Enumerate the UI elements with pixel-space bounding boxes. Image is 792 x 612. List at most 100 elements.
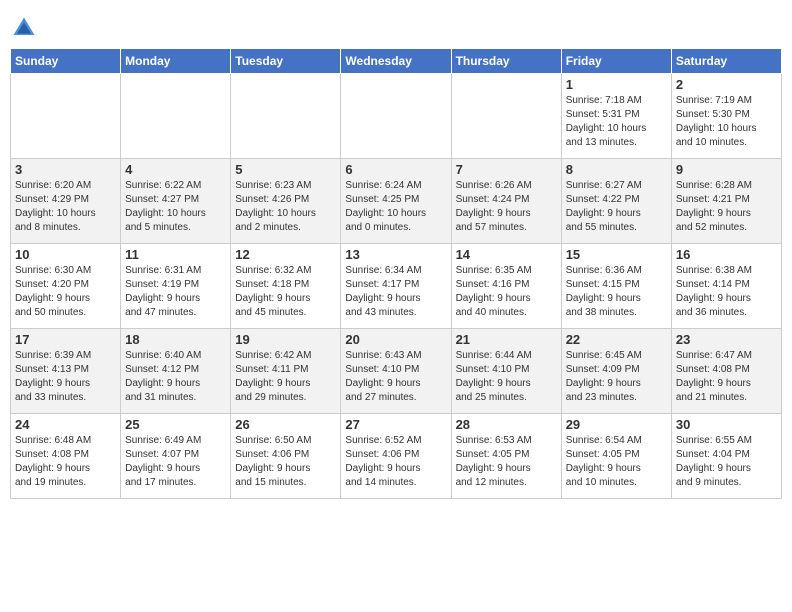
calendar-cell: 24 Sunrise: 6:48 AMSunset: 4:08 PMDayligh… bbox=[11, 414, 121, 499]
calendar-header-monday: Monday bbox=[121, 49, 231, 74]
calendar-week-4: 17 Sunrise: 6:39 AMSunset: 4:13 PMDayligh… bbox=[11, 329, 782, 414]
day-number: 24 bbox=[15, 417, 116, 432]
calendar-cell: 22 Sunrise: 6:45 AMSunset: 4:09 PMDayligh… bbox=[561, 329, 671, 414]
day-info: Sunrise: 6:26 AMSunset: 4:24 PMDaylight:… bbox=[456, 179, 557, 235]
day-number: 2 bbox=[676, 77, 777, 92]
page-header bbox=[10, 10, 782, 42]
day-info: Sunrise: 6:52 AMSunset: 4:06 PMDaylight:… bbox=[345, 434, 446, 490]
calendar-cell: 26 Sunrise: 6:50 AMSunset: 4:06 PMDayligh… bbox=[231, 414, 341, 499]
day-info: Sunrise: 6:54 AMSunset: 4:05 PMDaylight:… bbox=[566, 434, 667, 490]
calendar-header-saturday: Saturday bbox=[671, 49, 781, 74]
calendar-cell: 8 Sunrise: 6:27 AMSunset: 4:22 PMDaylight… bbox=[561, 159, 671, 244]
calendar-cell: 19Sunrise: 6:42 AMSunset: 4:11 PMDayligh… bbox=[231, 329, 341, 414]
calendar-cell: 16 Sunrise: 6:38 AMSunset: 4:14 PMDayligh… bbox=[671, 244, 781, 329]
calendar-cell: 4 Sunrise: 6:22 AMSunset: 4:27 PMDaylight… bbox=[121, 159, 231, 244]
day-info: Sunrise: 6:49 AMSunset: 4:07 PMDaylight:… bbox=[125, 434, 226, 490]
day-info: Sunrise: 6:38 AMSunset: 4:14 PMDaylight:… bbox=[676, 264, 777, 320]
day-info: Sunrise: 6:44 AMSunset: 4:10 PMDaylight:… bbox=[456, 349, 557, 405]
day-info: Sunrise: 6:45 AMSunset: 4:09 PMDaylight:… bbox=[566, 349, 667, 405]
day-number: 25 bbox=[125, 417, 226, 432]
day-info: Sunrise: 6:20 AMSunset: 4:29 PMDaylight:… bbox=[15, 179, 116, 235]
day-info: Sunrise: 6:24 AMSunset: 4:25 PMDaylight:… bbox=[345, 179, 446, 235]
day-number: 3 bbox=[15, 162, 116, 177]
day-info: Sunrise: 6:28 AMSunset: 4:21 PMDaylight:… bbox=[676, 179, 777, 235]
day-number: 8 bbox=[566, 162, 667, 177]
day-number: 6 bbox=[345, 162, 446, 177]
day-info: Sunrise: 6:50 AMSunset: 4:06 PMDaylight:… bbox=[235, 434, 336, 490]
calendar-header-sunday: Sunday bbox=[11, 49, 121, 74]
day-number: 15 bbox=[566, 247, 667, 262]
day-info: Sunrise: 6:35 AMSunset: 4:16 PMDaylight:… bbox=[456, 264, 557, 320]
day-info: Sunrise: 7:19 AMSunset: 5:30 PMDaylight:… bbox=[676, 94, 777, 150]
day-number: 26 bbox=[235, 417, 336, 432]
logo-icon bbox=[10, 14, 38, 42]
day-number: 27 bbox=[345, 417, 446, 432]
day-info: Sunrise: 6:30 AMSunset: 4:20 PMDaylight:… bbox=[15, 264, 116, 320]
calendar-cell: 12Sunrise: 6:32 AMSunset: 4:18 PMDayligh… bbox=[231, 244, 341, 329]
day-info: Sunrise: 6:36 AMSunset: 4:15 PMDaylight:… bbox=[566, 264, 667, 320]
day-number: 16 bbox=[676, 247, 777, 262]
calendar-header-wednesday: Wednesday bbox=[341, 49, 451, 74]
calendar-header-friday: Friday bbox=[561, 49, 671, 74]
day-number: 22 bbox=[566, 332, 667, 347]
day-info: Sunrise: 6:53 AMSunset: 4:05 PMDaylight:… bbox=[456, 434, 557, 490]
calendar-cell: 6 Sunrise: 6:24 AMSunset: 4:25 PMDaylight… bbox=[341, 159, 451, 244]
calendar-cell: 21 Sunrise: 6:44 AMSunset: 4:10 PMDayligh… bbox=[451, 329, 561, 414]
day-info: Sunrise: 6:22 AMSunset: 4:27 PMDaylight:… bbox=[125, 179, 226, 235]
calendar-cell: 25 Sunrise: 6:49 AMSunset: 4:07 PMDayligh… bbox=[121, 414, 231, 499]
calendar-cell: 2 Sunrise: 7:19 AMSunset: 5:30 PMDaylight… bbox=[671, 74, 781, 159]
day-number: 29 bbox=[566, 417, 667, 432]
day-number: 14 bbox=[456, 247, 557, 262]
calendar-cell: 18Sunrise: 6:40 AMSunset: 4:12 PMDayligh… bbox=[121, 329, 231, 414]
calendar-cell: 29 Sunrise: 6:54 AMSunset: 4:05 PMDayligh… bbox=[561, 414, 671, 499]
calendar-cell: 3 Sunrise: 6:20 AMSunset: 4:29 PMDaylight… bbox=[11, 159, 121, 244]
day-number: 9 bbox=[676, 162, 777, 177]
day-number: 17 bbox=[15, 332, 116, 347]
day-number: 30 bbox=[676, 417, 777, 432]
day-info: Sunrise: 6:31 AMSunset: 4:19 PMDaylight:… bbox=[125, 264, 226, 320]
day-info: Sunrise: 6:43 AMSunset: 4:10 PMDaylight:… bbox=[345, 349, 446, 405]
logo bbox=[10, 14, 42, 42]
calendar-cell: 13Sunrise: 6:34 AMSunset: 4:17 PMDayligh… bbox=[341, 244, 451, 329]
day-info: Sunrise: 6:34 AMSunset: 4:17 PMDaylight:… bbox=[345, 264, 446, 320]
day-info: Sunrise: 6:39 AMSunset: 4:13 PMDaylight:… bbox=[15, 349, 116, 405]
day-number: 28 bbox=[456, 417, 557, 432]
calendar-cell: 17 Sunrise: 6:39 AMSunset: 4:13 PMDayligh… bbox=[11, 329, 121, 414]
calendar-cell: 15 Sunrise: 6:36 AMSunset: 4:15 PMDayligh… bbox=[561, 244, 671, 329]
calendar-header-tuesday: Tuesday bbox=[231, 49, 341, 74]
calendar-cell: 10 Sunrise: 6:30 AMSunset: 4:20 PMDayligh… bbox=[11, 244, 121, 329]
calendar-week-5: 24 Sunrise: 6:48 AMSunset: 4:08 PMDayligh… bbox=[11, 414, 782, 499]
day-info: Sunrise: 6:48 AMSunset: 4:08 PMDaylight:… bbox=[15, 434, 116, 490]
calendar-header-row: SundayMondayTuesdayWednesdayThursdayFrid… bbox=[11, 49, 782, 74]
calendar-cell: 1Sunrise: 7:18 AMSunset: 5:31 PMDaylight… bbox=[561, 74, 671, 159]
calendar-week-3: 10 Sunrise: 6:30 AMSunset: 4:20 PMDayligh… bbox=[11, 244, 782, 329]
calendar-cell bbox=[231, 74, 341, 159]
calendar-cell bbox=[341, 74, 451, 159]
day-number: 11 bbox=[125, 247, 226, 262]
day-info: Sunrise: 6:23 AMSunset: 4:26 PMDaylight:… bbox=[235, 179, 336, 235]
day-number: 20 bbox=[345, 332, 446, 347]
calendar-cell: 30 Sunrise: 6:55 AMSunset: 4:04 PMDayligh… bbox=[671, 414, 781, 499]
day-info: Sunrise: 6:40 AMSunset: 4:12 PMDaylight:… bbox=[125, 349, 226, 405]
calendar-cell: 27 Sunrise: 6:52 AMSunset: 4:06 PMDayligh… bbox=[341, 414, 451, 499]
day-number: 5 bbox=[235, 162, 336, 177]
day-info: Sunrise: 6:55 AMSunset: 4:04 PMDaylight:… bbox=[676, 434, 777, 490]
day-number: 23 bbox=[676, 332, 777, 347]
calendar-week-1: 1Sunrise: 7:18 AMSunset: 5:31 PMDaylight… bbox=[11, 74, 782, 159]
day-info: Sunrise: 7:18 AMSunset: 5:31 PMDaylight:… bbox=[566, 94, 667, 150]
calendar: SundayMondayTuesdayWednesdayThursdayFrid… bbox=[10, 48, 782, 499]
calendar-cell: 14 Sunrise: 6:35 AMSunset: 4:16 PMDayligh… bbox=[451, 244, 561, 329]
calendar-cell bbox=[11, 74, 121, 159]
calendar-cell bbox=[121, 74, 231, 159]
day-number: 4 bbox=[125, 162, 226, 177]
calendar-cell: 7Sunrise: 6:26 AMSunset: 4:24 PMDaylight… bbox=[451, 159, 561, 244]
day-number: 21 bbox=[456, 332, 557, 347]
calendar-header-thursday: Thursday bbox=[451, 49, 561, 74]
day-info: Sunrise: 6:27 AMSunset: 4:22 PMDaylight:… bbox=[566, 179, 667, 235]
calendar-cell: 9 Sunrise: 6:28 AMSunset: 4:21 PMDaylight… bbox=[671, 159, 781, 244]
calendar-cell: 5 Sunrise: 6:23 AMSunset: 4:26 PMDaylight… bbox=[231, 159, 341, 244]
calendar-cell: 23Sunrise: 6:47 AMSunset: 4:08 PMDayligh… bbox=[671, 329, 781, 414]
day-number: 10 bbox=[15, 247, 116, 262]
day-info: Sunrise: 6:32 AMSunset: 4:18 PMDaylight:… bbox=[235, 264, 336, 320]
day-number: 19 bbox=[235, 332, 336, 347]
